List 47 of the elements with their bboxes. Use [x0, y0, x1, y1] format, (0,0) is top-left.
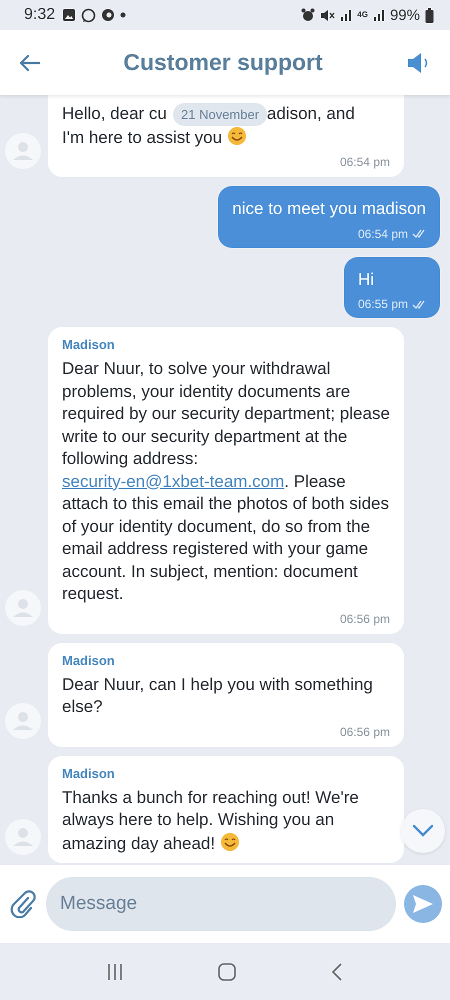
message-text: Thanks a bunch for reaching out! We're always here to help. Wishing you an amazing day ahead! [62, 786, 360, 854]
smiley-icon [227, 126, 248, 146]
message-text: nice to meet you madison [232, 198, 426, 220]
chat-bubble-icon [81, 8, 96, 22]
message-text: adison, and [266, 104, 355, 123]
signal-icon [340, 9, 352, 21]
message-time: 06:54 pm [358, 226, 408, 240]
alarm-clock-icon [301, 8, 316, 22]
message-text: I'm here to assist you [62, 128, 222, 146]
back-chevron-icon [331, 962, 343, 982]
battery-icon [425, 8, 434, 22]
recent-apps-icon [107, 962, 123, 980]
sender-name: Madison [62, 652, 116, 668]
chevron-down-icon [412, 824, 434, 838]
circle-icon [101, 8, 116, 22]
paperclip-icon [10, 890, 36, 918]
avatar-icon [5, 702, 41, 738]
avatar-icon [5, 133, 41, 169]
message-text: Dear Nuur, can I help you with something else? [62, 674, 374, 718]
message-field[interactable]: Message [46, 877, 396, 931]
sender-name: Madison [62, 337, 116, 352]
send-icon [412, 894, 434, 914]
chat-title: Customer support [123, 49, 323, 76]
home-icon [217, 962, 237, 982]
message-text: Hi [358, 268, 376, 290]
date-pill: 21 November [173, 103, 268, 126]
dot-icon [120, 12, 126, 18]
smiley-icon [220, 832, 240, 852]
clock-time: 9:32 [24, 6, 56, 24]
avatar-icon [5, 819, 41, 855]
battery-percent: 99% [390, 6, 420, 24]
message-time: 06:54 pm [340, 155, 390, 169]
message-time: 06:56 pm [340, 724, 390, 738]
sender-name: Madison [62, 766, 116, 780]
message-text: Hello, dear cu [62, 104, 167, 123]
back-arrow-icon [18, 54, 40, 72]
signal-icon [372, 9, 385, 21]
message-time: 06:56 pm [340, 612, 390, 626]
email-link[interactable]: security-en@1xbet-team.com [62, 472, 284, 490]
attach-button[interactable] [8, 888, 38, 920]
message-text: Dear Nuur, to solve your withdrawal problems, your identity documents are required by our security department; please write to our security department at the following address: security-en@1xbet-team.com. Please attach to this email the photos of both sides of your identity document, do so from the email address registered with your game account. In subject, mention: document request. [62, 358, 390, 605]
image-icon [62, 8, 76, 22]
avatar-icon [5, 590, 41, 626]
scroll-down-button[interactable] [401, 809, 445, 853]
muted-speaker-icon [320, 8, 336, 22]
message-time: 06:55 pm [358, 297, 408, 311]
network-type: 4G [357, 11, 368, 19]
